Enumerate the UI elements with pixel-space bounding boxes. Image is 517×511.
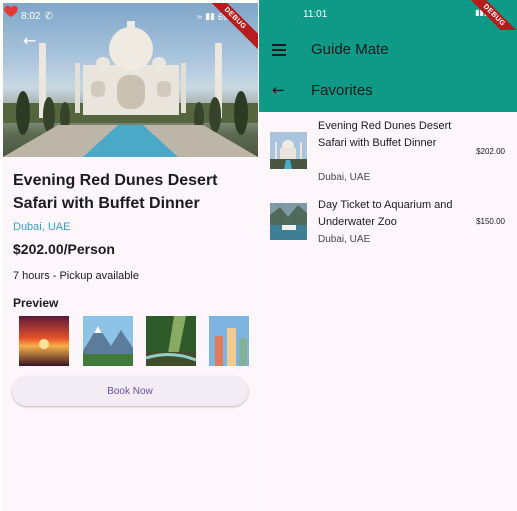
tour-location[interactable]: Dubai, UAE: [13, 221, 70, 233]
preview-image-mountains[interactable]: [83, 316, 133, 366]
back-arrow-icon[interactable]: ←: [272, 81, 285, 99]
favorite-location: Dubai, UAE: [318, 234, 371, 245]
wifi-icon: ≈: [197, 11, 203, 22]
preview-gallery[interactable]: [19, 316, 249, 366]
tour-price: $202.00/Person: [13, 241, 115, 257]
signal-icon: ▮▮: [205, 11, 215, 21]
preview-image-city[interactable]: [209, 316, 249, 366]
favorites-screen: 11:01 ▮▮▮ ▮ DEBUG Guide Mate ← Favorites…: [259, 0, 517, 511]
whatsapp-icon: ✆: [44, 11, 53, 22]
favorite-thumbnail: [270, 132, 307, 169]
back-arrow-icon[interactable]: ←: [23, 33, 36, 49]
hero-image: 8:02 ✆ ≈ ▮▮ 69% ← DEBUG: [3, 3, 258, 157]
app-title: Guide Mate: [311, 41, 389, 58]
app-bar: Guide Mate: [259, 30, 517, 70]
favorites-header: ← Favorites: [259, 70, 517, 112]
favorite-location: Dubai, UAE: [318, 172, 371, 183]
favorite-title: Day Ticket to Aquarium and Underwater Zo…: [318, 199, 453, 228]
status-time: 8:02: [21, 11, 41, 22]
favorite-title: Evening Red Dunes Desert Safari with Buf…: [318, 120, 452, 149]
tour-title: Evening Red Dunes Desert Safari with Buf…: [13, 172, 218, 212]
tour-detail-screen: 8:02 ✆ ≈ ▮▮ 69% ← DEBUG Evening Red Dune…: [3, 3, 258, 511]
favorite-price: $202.00: [476, 147, 505, 156]
battery-percent: 69%: [217, 11, 236, 22]
favorite-item[interactable]: Evening Red Dunes Desert Safari with Buf…: [259, 118, 517, 188]
status-bar-left: 8:02 ✆: [21, 11, 53, 22]
preview-heading: Preview: [13, 296, 59, 310]
book-now-button[interactable]: Book Now: [12, 376, 248, 406]
signal-icon: ▮▮▮ ▮: [475, 8, 495, 17]
status-bar: 11:01 ▮▮▮ ▮ DEBUG: [259, 0, 517, 52]
preview-image-sunset[interactable]: [19, 316, 69, 366]
heart-icon[interactable]: [3, 3, 19, 19]
favorite-price: $150.00: [476, 217, 505, 226]
favorite-item[interactable]: Day Ticket to Aquarium and Underwater Zo…: [259, 197, 517, 249]
page-title: Favorites: [311, 82, 373, 99]
favorite-thumbnail: [270, 203, 307, 240]
status-bar-right: ≈ ▮▮ 69%: [197, 11, 236, 22]
tour-duration: 7 hours - Pickup available: [13, 270, 139, 282]
status-time: 11:01: [303, 9, 328, 20]
menu-icon[interactable]: [272, 44, 286, 56]
preview-image-forest[interactable]: [146, 316, 196, 366]
